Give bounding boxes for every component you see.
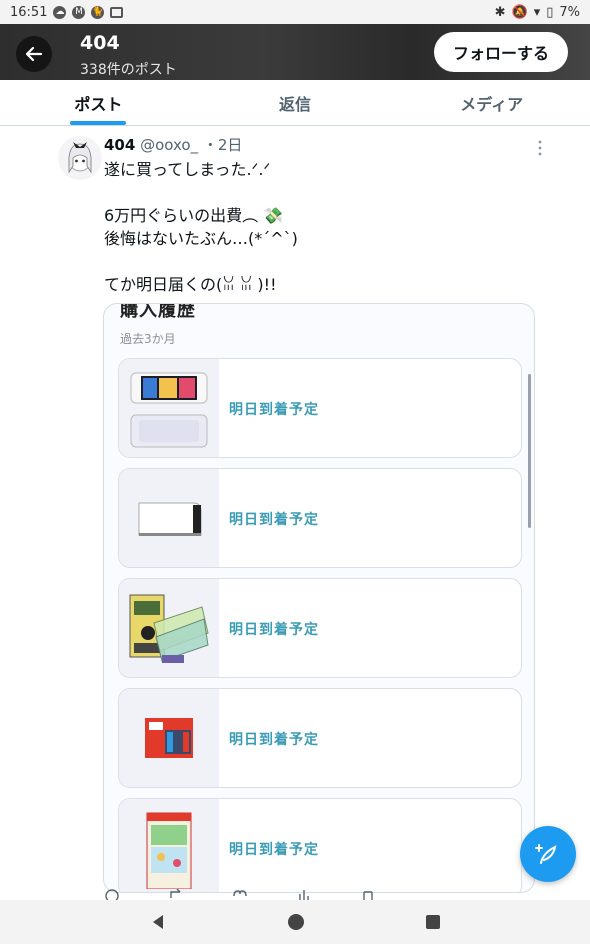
cat-icon: 🐈: [91, 5, 105, 19]
console-box-image: [145, 718, 193, 758]
mute-icon: 🔕: [511, 4, 528, 20]
delivery-status: 明日到着予定: [229, 842, 319, 858]
product-thumbnail: [119, 689, 219, 787]
avatar-illustration: [68, 142, 92, 174]
reply-icon: [105, 889, 119, 900]
purchase-history-period: 過去3か月: [120, 332, 176, 346]
arrow-left-icon: [25, 46, 43, 62]
profile-header: 404 338件のポスト フォローする: [0, 24, 590, 80]
tab-replies[interactable]: 返信: [197, 80, 394, 125]
repost-icon: [170, 888, 181, 898]
console-image: [130, 372, 208, 448]
post[interactable]: 404 @ooxo_ ・2日 遂に買ってしまった.ᐟ.ᐟ 6万円ぐらいの出費︵ …: [0, 130, 590, 893]
heart-icon: [233, 890, 247, 897]
order-card: 明日到着予定: [118, 468, 522, 568]
follow-button[interactable]: フォローする: [434, 32, 568, 72]
battery-percent: 7%: [559, 4, 580, 20]
status-bar: 16:51 ☁ M 🐈 ✱ 🔕 ▾ ▯ 7%: [0, 0, 590, 24]
news-icon: [110, 6, 124, 18]
game-package-image: [146, 812, 192, 889]
tab-media-label: メディア: [460, 94, 524, 114]
product-thumbnail: [119, 359, 219, 457]
delivery-status: 明日到着予定: [229, 402, 319, 418]
product-thumbnail: [119, 579, 219, 677]
post-header: 404 @ooxo_ ・2日: [104, 134, 242, 155]
media-scrollbar: [528, 374, 531, 528]
product-thumbnail: [119, 799, 219, 892]
bookmark-icon: [363, 891, 373, 900]
delivery-status: 明日到着予定: [229, 622, 319, 638]
purchase-history-title: 購入履歴: [120, 303, 196, 321]
product-thumbnail: [119, 469, 219, 567]
order-card: 明日到着予定: [118, 358, 522, 458]
tab-media[interactable]: メディア: [393, 80, 590, 125]
compose-feather-icon: [535, 844, 557, 864]
wifi-icon: ▾: [533, 4, 541, 20]
profile-tabs: ポスト 返信 メディア: [0, 80, 590, 126]
bluetooth-icon: ✱: [494, 4, 506, 20]
avatar[interactable]: [58, 136, 102, 180]
compose-post-button[interactable]: [520, 826, 576, 882]
status-time: 16:51: [10, 4, 48, 20]
post-text: 遂に買ってしまった.ᐟ.ᐟ 6万円ぐらいの出費︵ 💸 後悔はないたぶん…(*´^…: [104, 160, 298, 294]
back-button[interactable]: [16, 36, 52, 72]
nav-back-icon[interactable]: [149, 913, 167, 931]
post-media-image[interactable]: 購入履歴 過去3か月 明日到着予定 明日到着予定 明日到着予定 明日到着予定 明…: [103, 303, 535, 893]
tab-posts[interactable]: ポスト: [0, 80, 197, 125]
post-count: 338件のポスト: [80, 62, 177, 78]
protector-pack-image: [129, 594, 209, 663]
dock-image: [138, 502, 202, 536]
post-author-handle[interactable]: @ooxo_: [140, 136, 198, 154]
app-m-icon: M: [72, 5, 86, 19]
nav-home-icon[interactable]: [287, 913, 305, 931]
post-author-name[interactable]: 404: [104, 136, 135, 154]
tab-replies-label: 返信: [279, 94, 312, 114]
order-card: 明日到着予定: [118, 798, 522, 892]
views-icon: [299, 890, 309, 900]
delivery-status: 明日到着予定: [229, 512, 319, 528]
cloud-icon: ☁: [53, 5, 67, 19]
order-card: 明日到着予定: [118, 578, 522, 678]
tab-active-indicator: [70, 121, 127, 125]
nav-recents-icon[interactable]: [425, 914, 441, 930]
system-nav-bar: [0, 900, 590, 944]
post-time: ・2日: [202, 136, 243, 154]
order-card: 明日到着予定: [118, 688, 522, 788]
more-icon[interactable]: [534, 138, 546, 158]
delivery-status: 明日到着予定: [229, 732, 319, 748]
profile-title: 404: [80, 32, 120, 54]
tab-posts-label: ポスト: [74, 94, 123, 114]
battery-icon: ▯: [546, 4, 554, 20]
